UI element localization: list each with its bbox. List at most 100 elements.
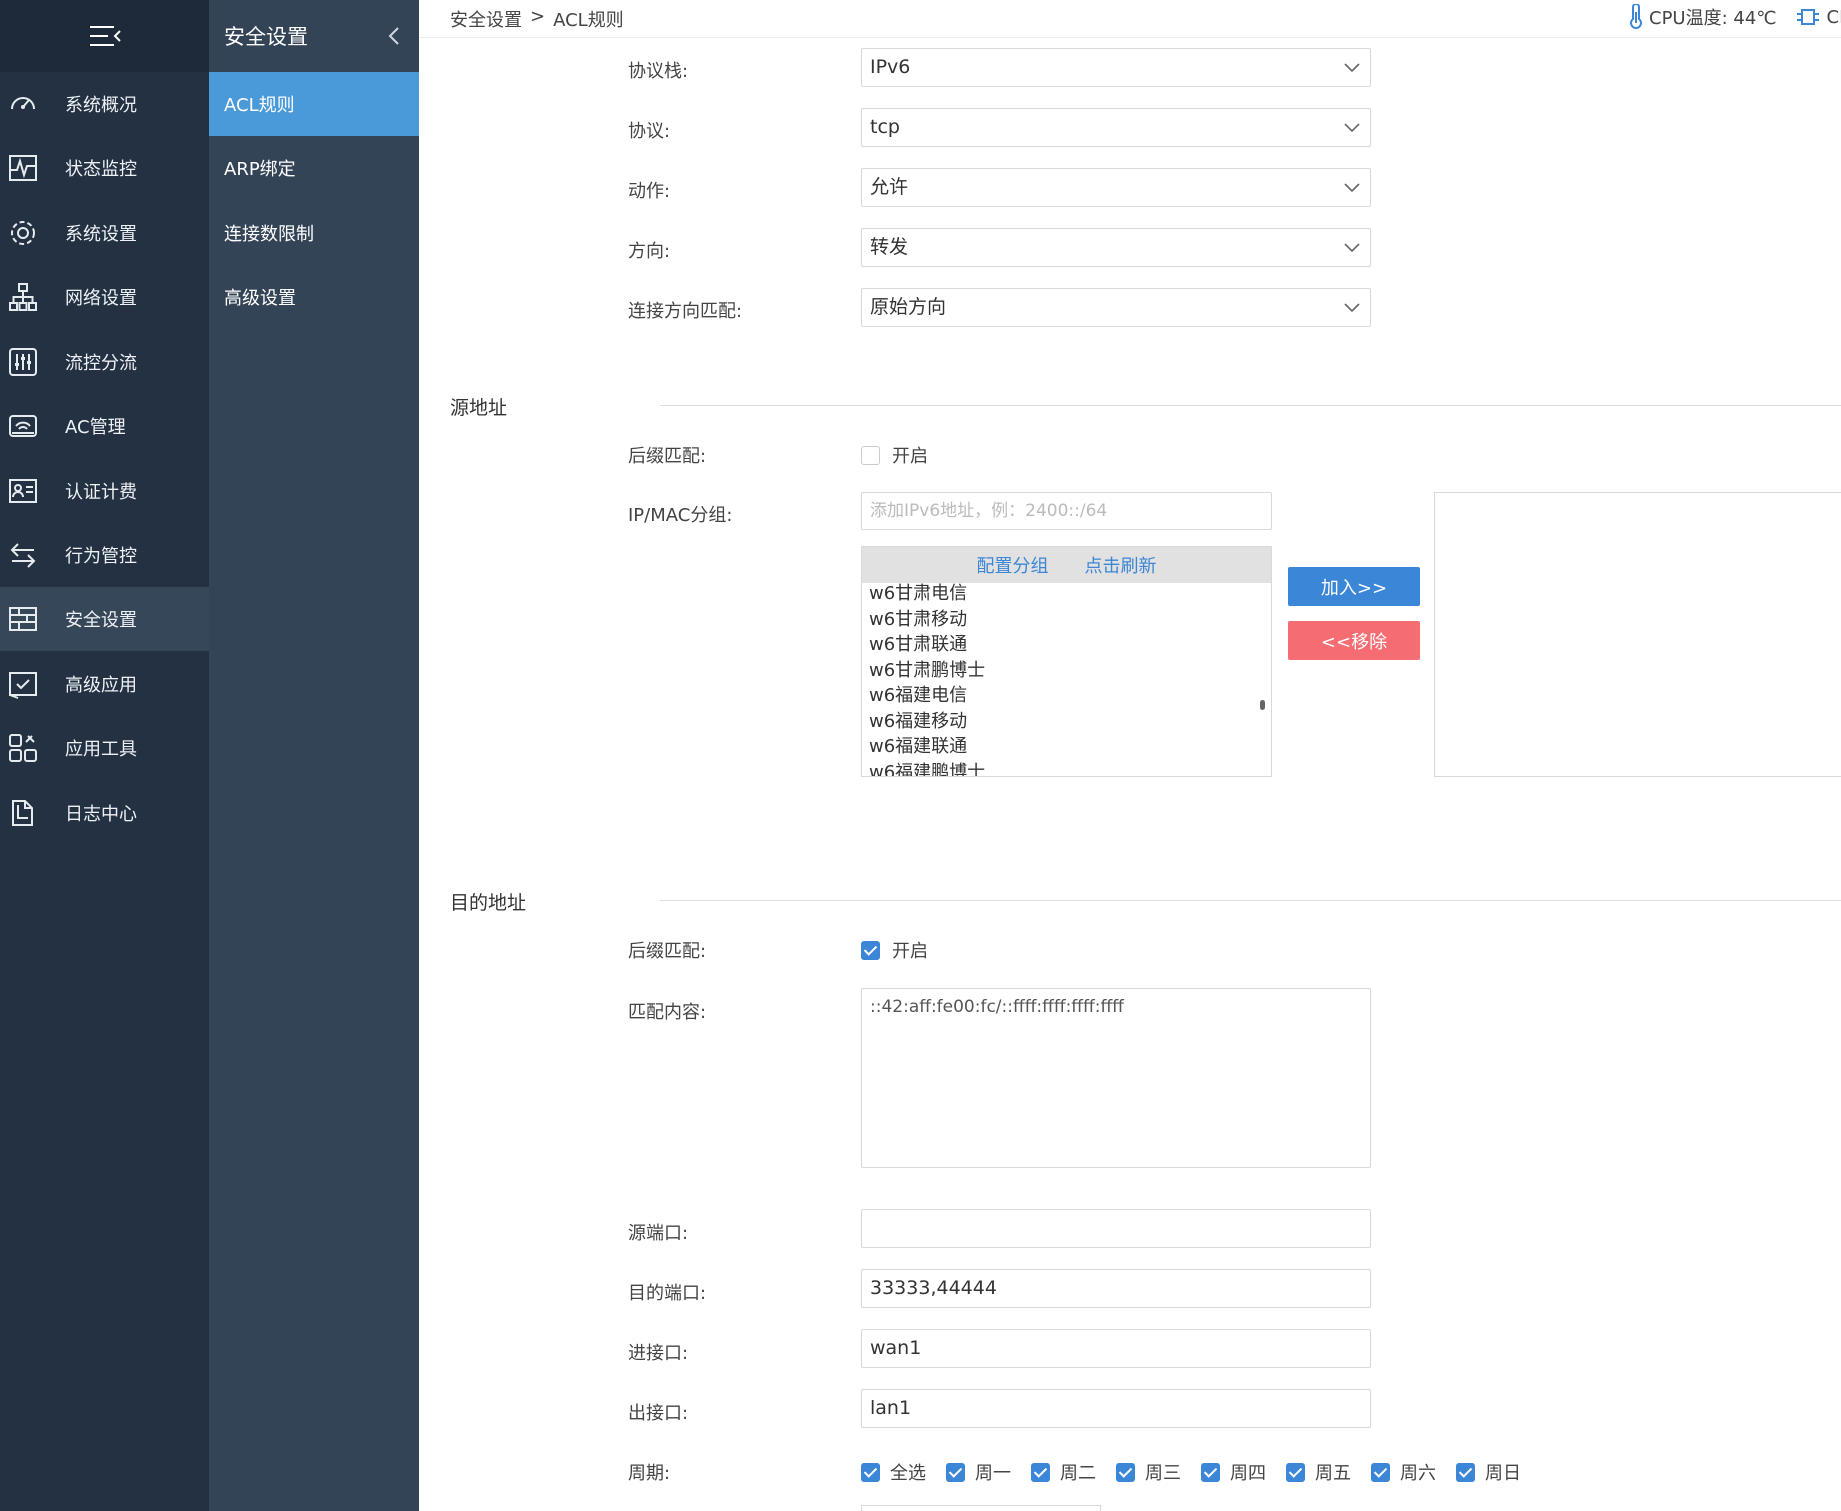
- menu-collapse-icon[interactable]: [88, 24, 122, 48]
- list-item[interactable]: w6福建电信: [869, 683, 985, 709]
- day-thursday[interactable]: 周四: [1201, 1459, 1266, 1485]
- day-checkbox[interactable]: [1201, 1462, 1220, 1482]
- protocol-value: tcp: [870, 116, 900, 138]
- selected-groups-box[interactable]: [1434, 492, 1841, 777]
- direction-select[interactable]: 转发: [861, 228, 1371, 267]
- breadcrumb-parent[interactable]: 安全设置: [450, 6, 522, 32]
- match-content-label: 匹配内容:: [628, 1002, 707, 1023]
- direction-label: 方向:: [628, 241, 671, 262]
- ipmac-group-list[interactable]: w6甘肃电信 w6甘肃移动 w6甘肃联通 w6甘肃鹏博士 w6福建电信 w6福建…: [861, 546, 1272, 777]
- destination-suffix-checkbox[interactable]: [861, 940, 880, 960]
- add-button-label: 加入>>: [1320, 577, 1388, 599]
- destination-section-title: 目的地址: [450, 892, 527, 914]
- day-checkbox[interactable]: [1116, 1462, 1135, 1482]
- day-friday[interactable]: 周五: [1286, 1459, 1351, 1485]
- src-port-label: 源端口:: [628, 1223, 689, 1244]
- out-iface-input[interactable]: lan1: [861, 1389, 1371, 1428]
- protocol-stack-label: 协议栈:: [628, 61, 689, 82]
- subbar-item-arp[interactable]: ARP绑定: [209, 136, 419, 200]
- list-item[interactable]: w6福建联通: [869, 734, 985, 760]
- ipmac-address-input[interactable]: 添加IPv6地址，例：2400::/64: [861, 492, 1272, 530]
- cpu-status: CPU温度: 44℃ CP: [1629, 4, 1841, 30]
- breadcrumb: 安全设置 > ACL规则: [450, 6, 624, 32]
- day-checkbox[interactable]: [1456, 1462, 1475, 1482]
- conn-direction-label: 连接方向匹配:: [628, 301, 743, 322]
- list-item[interactable]: w6甘肃电信: [869, 581, 985, 607]
- match-content-value: ::42:aff:fe00:fc/::ffff:ffff:ffff:ffff: [870, 997, 1124, 1017]
- day-checkbox[interactable]: [946, 1462, 965, 1482]
- in-iface-input[interactable]: wan1: [861, 1329, 1371, 1368]
- sidebar-item-advanced-apps[interactable]: 高级应用: [0, 652, 209, 716]
- list-item[interactable]: w6甘肃移动: [869, 607, 985, 633]
- chevron-down-icon: [1344, 63, 1360, 73]
- sidebar-item-network[interactable]: 网络设置: [0, 265, 209, 329]
- sidebar-item-logs[interactable]: 日志中心: [0, 781, 209, 845]
- source-suffix-checkbox[interactable]: [861, 445, 880, 465]
- sidebar-item-ac[interactable]: AC管理: [0, 394, 209, 458]
- sidebar-item-label: AC管理: [65, 417, 126, 438]
- list-item[interactable]: w6甘肃联通: [869, 632, 985, 658]
- destination-suffix-label: 后缀匹配:: [628, 941, 707, 962]
- sidebar-item-label: 系统设置: [65, 224, 137, 245]
- day-wednesday[interactable]: 周三: [1116, 1459, 1181, 1485]
- source-suffix-label: 后缀匹配:: [628, 446, 707, 467]
- day-checkbox[interactable]: [1286, 1462, 1305, 1482]
- network-tree-icon: [8, 282, 38, 312]
- chevron-down-icon: [1344, 183, 1360, 193]
- day-checkbox[interactable]: [861, 1462, 880, 1482]
- list-item[interactable]: w6福建移动: [869, 709, 985, 735]
- src-port-input[interactable]: [861, 1209, 1371, 1248]
- destination-section-divider: [660, 900, 1841, 901]
- sidebar-item-label: 流控分流: [65, 353, 137, 374]
- sidebar-item-monitor[interactable]: 状态监控: [0, 136, 209, 200]
- checklist-icon: [8, 669, 38, 699]
- sidebar-item-system-settings[interactable]: 系统设置: [0, 201, 209, 265]
- refresh-link[interactable]: 点击刷新: [1085, 552, 1157, 578]
- gear-icon: [8, 218, 38, 248]
- remove-button[interactable]: <<移除: [1288, 621, 1420, 660]
- day-checkbox[interactable]: [1371, 1462, 1390, 1482]
- day-saturday[interactable]: 周六: [1371, 1459, 1436, 1485]
- acl-rule-form: 协议栈: IPv6 协议: tcp 动作: 允许 方向: 转发 连接方向匹配: …: [419, 38, 1841, 1511]
- day-checkbox[interactable]: [1031, 1462, 1050, 1482]
- source-section-divider: [660, 405, 1841, 406]
- subbar-item-acl[interactable]: ACL规则: [209, 72, 419, 136]
- protocol-select[interactable]: tcp: [861, 108, 1371, 147]
- day-select-all[interactable]: 全选: [861, 1459, 926, 1485]
- day-label: 周三: [1145, 1463, 1181, 1484]
- destination-suffix-toggle[interactable]: 开启: [861, 937, 928, 963]
- subbar-item-advanced[interactable]: 高级设置: [209, 265, 419, 329]
- subbar-title: 安全设置: [224, 25, 308, 49]
- add-button[interactable]: 加入>>: [1288, 567, 1420, 606]
- match-content-textarea[interactable]: ::42:aff:fe00:fc/::ffff:ffff:ffff:ffff: [861, 988, 1371, 1168]
- pulse-monitor-icon: [8, 153, 38, 183]
- conn-direction-select[interactable]: 原始方向: [861, 288, 1371, 327]
- day-tuesday[interactable]: 周二: [1031, 1459, 1096, 1485]
- sidebar-item-behavior[interactable]: 行为管控: [0, 523, 209, 587]
- sidebar-item-tools[interactable]: 应用工具: [0, 716, 209, 780]
- schedule-label: 周期:: [628, 1463, 671, 1484]
- group-list-toolbar: 配置分组 点击刷新: [862, 547, 1271, 583]
- source-suffix-toggle[interactable]: 开启: [861, 442, 928, 468]
- sidebar-item-traffic[interactable]: 流控分流: [0, 330, 209, 394]
- dst-port-input[interactable]: 33333,44444: [861, 1269, 1371, 1308]
- sidebar-item-overview[interactable]: 系统概况: [0, 72, 209, 136]
- firewall-brick-icon: [8, 604, 38, 634]
- document-icon: [8, 798, 38, 828]
- list-item[interactable]: w6甘肃鹏博士: [869, 658, 985, 684]
- sidebar-item-security[interactable]: 安全设置: [0, 587, 209, 651]
- list-item[interactable]: w6福建鹏博士: [869, 760, 985, 777]
- day-sunday[interactable]: 周日: [1456, 1459, 1521, 1485]
- chevron-left-icon[interactable]: [387, 24, 401, 48]
- list-scrollbar[interactable]: [1260, 700, 1265, 710]
- menu-toggle[interactable]: [0, 0, 209, 72]
- day-monday[interactable]: 周一: [946, 1459, 1011, 1485]
- action-select[interactable]: 允许: [861, 168, 1371, 207]
- primary-sidebar: 系统概况 状态监控 系统设置 网络设置 流控分流 AC管理 认证计费 行为管控 …: [0, 0, 209, 1511]
- subbar-item-conn-limit[interactable]: 连接数限制: [209, 201, 419, 265]
- sidebar-item-auth[interactable]: 认证计费: [0, 459, 209, 523]
- protocol-stack-select[interactable]: IPv6: [861, 48, 1371, 87]
- config-group-link[interactable]: 配置分组: [977, 552, 1049, 578]
- sliders-icon: [8, 347, 38, 377]
- day-label: 周六: [1400, 1463, 1436, 1484]
